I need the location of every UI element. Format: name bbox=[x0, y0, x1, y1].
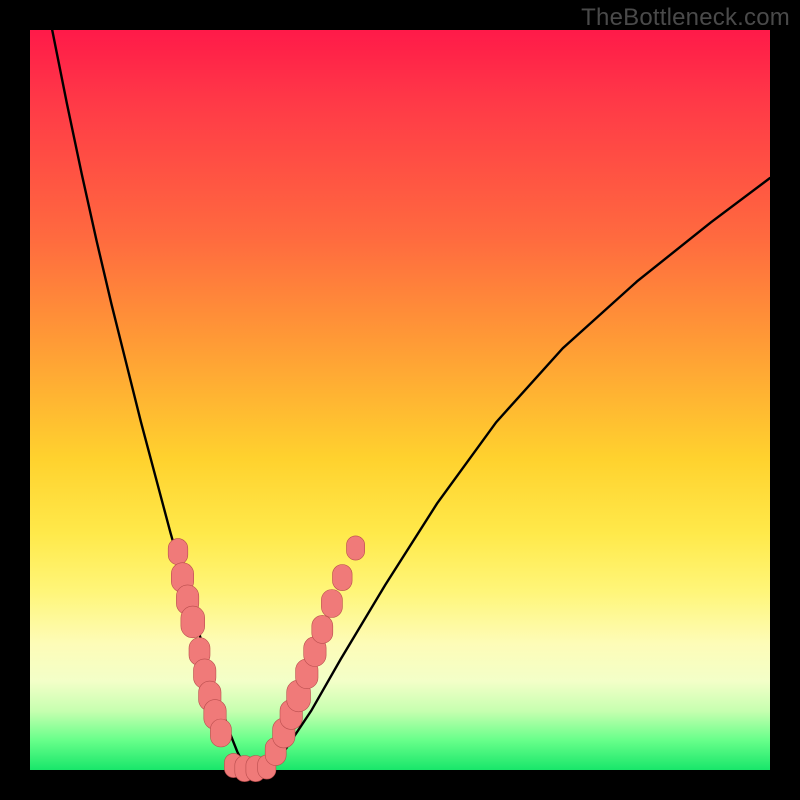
plot-area bbox=[30, 30, 770, 770]
curve-marker bbox=[168, 539, 188, 565]
curve-marker bbox=[181, 606, 205, 638]
curve-marker bbox=[321, 590, 342, 618]
chart-svg bbox=[30, 30, 770, 770]
curve-markers bbox=[168, 536, 365, 782]
curve-marker bbox=[210, 719, 231, 747]
curve-marker bbox=[333, 565, 353, 591]
bottleneck-curve bbox=[52, 30, 770, 770]
curve-marker bbox=[312, 615, 333, 643]
watermark-text: TheBottleneck.com bbox=[581, 4, 790, 32]
curve-marker bbox=[347, 536, 365, 560]
chart-frame: TheBottleneck.com bbox=[0, 0, 800, 800]
